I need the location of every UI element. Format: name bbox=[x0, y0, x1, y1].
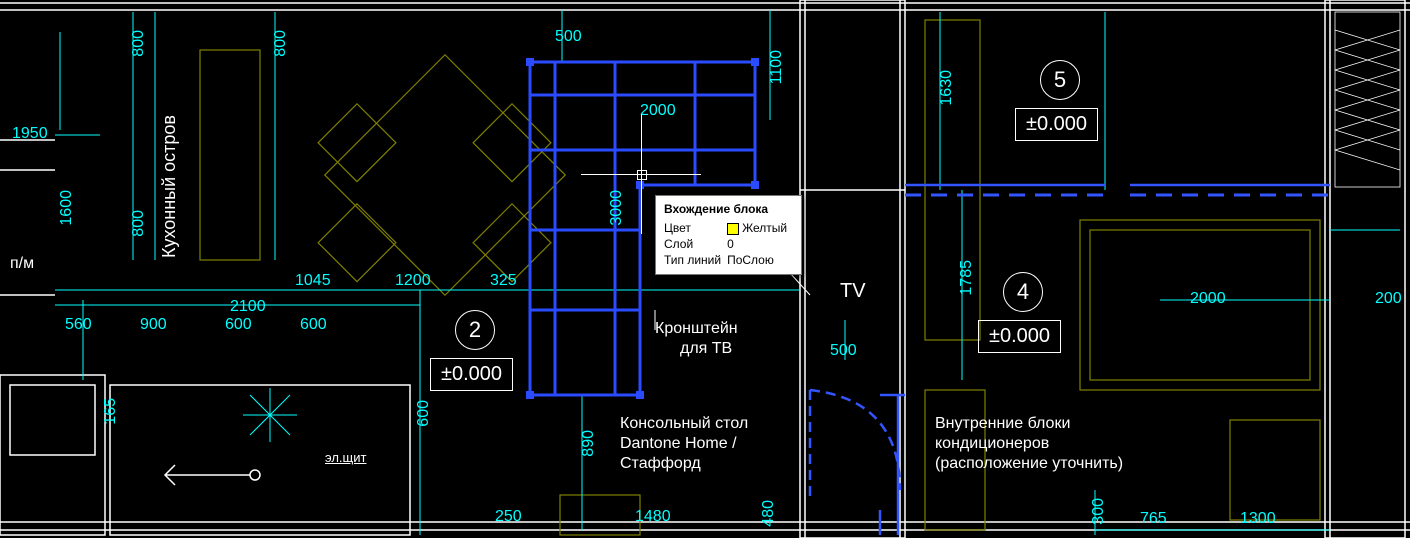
dim: 1200 bbox=[395, 272, 431, 290]
label-elpanel: эл.щит bbox=[325, 450, 366, 465]
dim: 1600 bbox=[58, 190, 76, 226]
dim: 3000 bbox=[608, 190, 626, 226]
dim: 1480 bbox=[635, 508, 671, 526]
dim: 500 bbox=[830, 342, 857, 360]
dim: 250 bbox=[495, 508, 522, 526]
dim: 2000 bbox=[640, 102, 676, 120]
dim: 325 bbox=[490, 272, 517, 290]
color-swatch-icon bbox=[727, 223, 739, 235]
dim: 600 bbox=[300, 316, 327, 334]
dim: 1630 bbox=[938, 70, 956, 106]
tooltip-title: Вхождение блока bbox=[664, 202, 793, 216]
dim: 480 bbox=[760, 500, 778, 527]
label-console-3: Стаффорд bbox=[620, 455, 701, 473]
elevation-2: ±0.000 bbox=[430, 358, 513, 391]
label-bracket-1: Кронштейн bbox=[655, 320, 738, 338]
dim: 165 bbox=[102, 398, 120, 425]
dim: 600 bbox=[415, 400, 433, 427]
label-bracket-2: для ТВ bbox=[680, 340, 732, 358]
label-console-2: Dantone Home / bbox=[620, 435, 737, 453]
cad-viewport[interactable]: Вхождение блока ЦветЖелтый Слой0 Тип лин… bbox=[0, 0, 1410, 538]
room-marker-4: 4 bbox=[1003, 272, 1043, 312]
label-console-1: Консольный стол bbox=[620, 415, 748, 433]
elevation-5: ±0.000 bbox=[1015, 108, 1098, 141]
dim: 2100 bbox=[230, 298, 266, 316]
dim: 1045 bbox=[295, 272, 331, 290]
dim: 800 bbox=[130, 30, 148, 57]
elevation-4: ±0.000 bbox=[978, 320, 1061, 353]
dim: 800 bbox=[130, 210, 148, 237]
hover-tooltip: Вхождение блока ЦветЖелтый Слой0 Тип лин… bbox=[655, 195, 802, 275]
label-ac-3: (расположение уточнить) bbox=[935, 455, 1123, 473]
label-tv: TV bbox=[840, 280, 866, 303]
dim: 890 bbox=[580, 430, 598, 457]
room-marker-2: 2 bbox=[455, 310, 495, 350]
dim: 2000 bbox=[1190, 290, 1226, 308]
room-marker-5: 5 bbox=[1040, 60, 1080, 100]
dim: 500 bbox=[555, 28, 582, 46]
dim: 1300 bbox=[1240, 510, 1276, 528]
dim: 200 bbox=[1375, 290, 1402, 308]
dim: 560 bbox=[65, 316, 92, 334]
dim: 300 bbox=[1090, 498, 1108, 525]
dim: 800 bbox=[272, 30, 290, 57]
dim: 600 bbox=[225, 316, 252, 334]
label-ac-1: Внутренние блоки bbox=[935, 415, 1070, 433]
dim: 1100 bbox=[768, 50, 786, 84]
label-ac-2: кондиционеров bbox=[935, 435, 1049, 453]
dim: 900 bbox=[140, 316, 167, 334]
label-kitchen-island: Кухонный остров bbox=[160, 115, 180, 258]
dim: 1785 bbox=[958, 260, 976, 296]
dim: 765 bbox=[1140, 510, 1167, 528]
dim: 1950 bbox=[12, 125, 48, 143]
label-pm: п/м bbox=[10, 255, 34, 273]
